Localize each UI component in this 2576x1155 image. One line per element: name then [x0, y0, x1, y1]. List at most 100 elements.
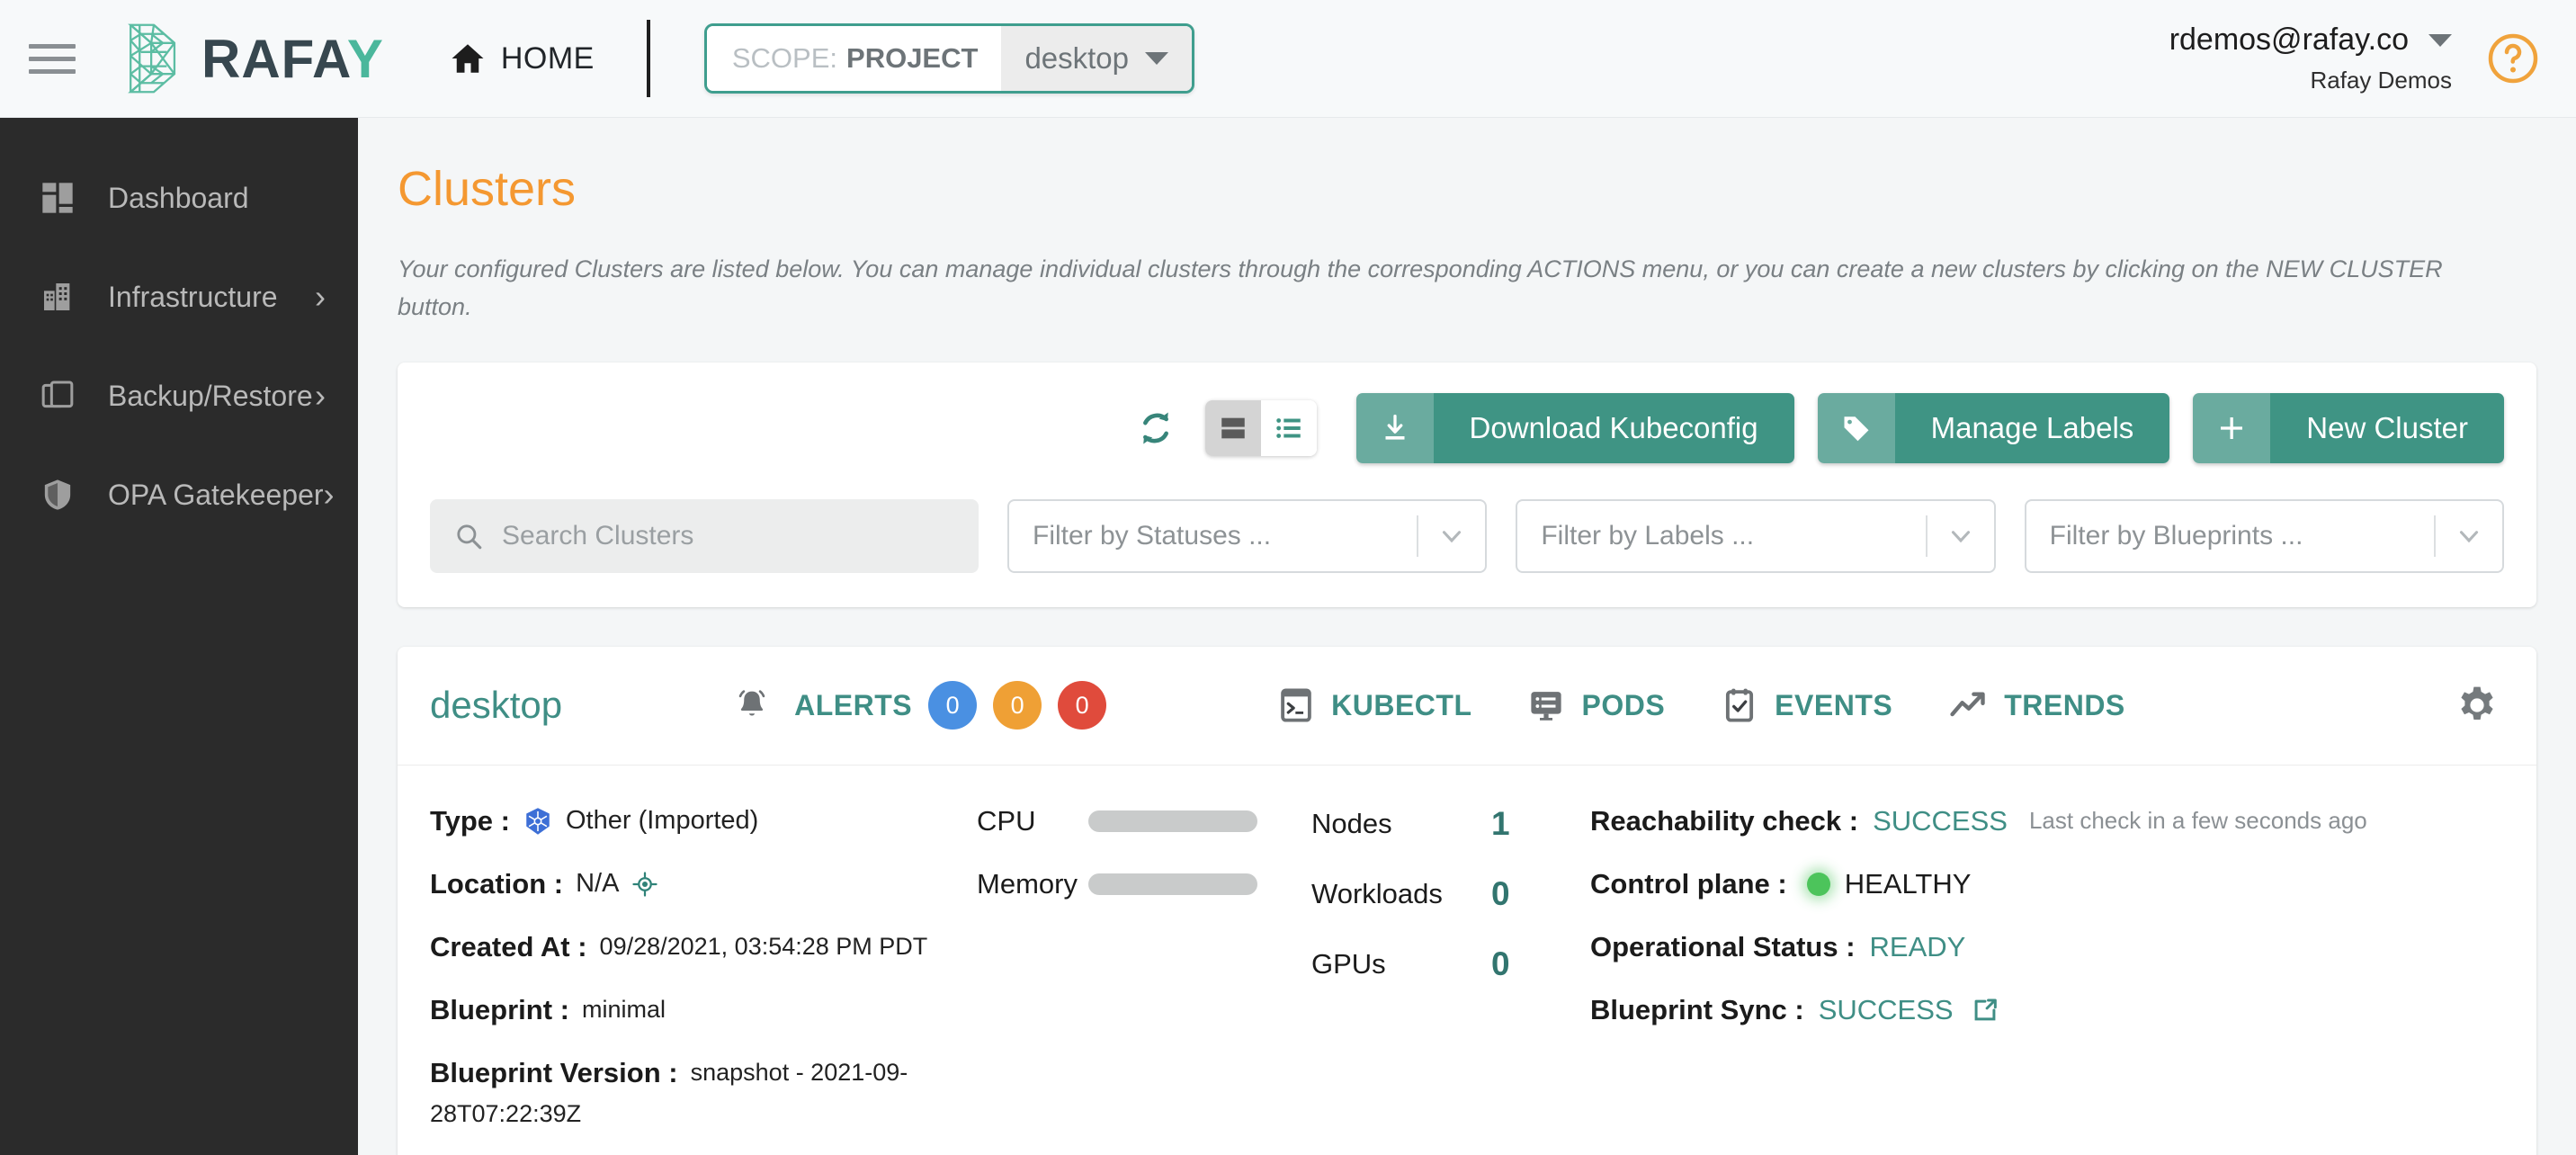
alert-badge-critical[interactable]: 0	[1058, 681, 1107, 730]
rafay-logo[interactable]: RAFAY	[115, 20, 384, 97]
scope-value-section[interactable]: desktop	[1001, 26, 1193, 91]
trending-up-icon	[1950, 692, 1985, 717]
filter-by-statuses-select[interactable]: Filter by Statuses ...	[1007, 498, 1488, 573]
download-kubeconfig-label: Download Kubeconfig	[1433, 392, 1794, 463]
detail-created-at-key: Created At :	[430, 930, 587, 962]
status-blueprint-sync-value: SUCCESS	[1818, 993, 1954, 1025]
usage-cpu-bar	[1087, 810, 1257, 832]
detail-blueprint: Blueprint : minimal	[430, 994, 970, 1026]
usage-memory-bar	[1087, 873, 1257, 895]
refresh-button[interactable]	[1130, 402, 1182, 454]
search-placeholder: Search Clusters	[502, 520, 694, 551]
list-view-button[interactable]	[1260, 399, 1317, 456]
user-menu[interactable]: rdemos@rafay.co Rafay Demos	[2169, 22, 2452, 94]
chevron-right-icon: ›	[315, 377, 326, 414]
header-divider	[646, 20, 650, 97]
sidebar-nav: Dashboard Infrastructure › Backup/Restor…	[0, 118, 358, 1155]
main-content: Clusters Your configured Clusters are li…	[358, 118, 2576, 1155]
hamburger-bar	[29, 56, 76, 61]
count-nodes: Nodes 1	[1311, 805, 1527, 843]
sidebar-item-infrastructure[interactable]: Infrastructure ›	[0, 247, 358, 346]
cluster-alerts[interactable]: ALERTS 0 0 0	[733, 681, 1107, 730]
chevron-down-icon[interactable]	[1418, 521, 1485, 551]
count-workloads-value: 0	[1491, 874, 1510, 912]
tag-icon	[1817, 392, 1895, 463]
filter-by-blueprints-select[interactable]: Filter by Blueprints ...	[2024, 498, 2504, 573]
sidebar-item-backup-restore[interactable]: Backup/Restore ›	[0, 346, 358, 445]
detail-created-at: Created At : 09/28/2021, 03:54:28 PM PDT	[430, 931, 970, 963]
filter-by-labels-select[interactable]: Filter by Labels ...	[1516, 498, 1996, 573]
usage-cpu: CPU	[977, 805, 1257, 837]
detail-blueprint-key: Blueprint :	[430, 993, 569, 1025]
cluster-name-link[interactable]: desktop	[430, 684, 562, 727]
count-workloads-label: Workloads	[1311, 877, 1443, 909]
chevron-down-icon	[1145, 52, 1169, 65]
chevron-down-icon[interactable]	[1928, 521, 1994, 551]
detail-blueprint-version-value: snapshot - 2021-09-	[690, 1059, 908, 1087]
detail-type-key: Type :	[430, 804, 510, 837]
top-bar: RAFAY HOME SCOPE: PROJECT desktop rdemos…	[0, 0, 2576, 118]
new-cluster-button[interactable]: New Cluster	[2193, 392, 2504, 463]
cluster-settings-button[interactable]	[2450, 678, 2504, 732]
kubectl-link[interactable]: KUBECTL	[1277, 686, 1471, 724]
rafay-logo-icon	[128, 23, 176, 94]
status-operational: Operational Status : READY	[1590, 931, 2504, 963]
scope-type-label: PROJECT	[846, 42, 979, 74]
new-cluster-label: New Cluster	[2270, 392, 2504, 463]
list-view-icon	[1275, 417, 1301, 438]
filter-labels-placeholder: Filter by Labels ...	[1541, 520, 1755, 551]
home-nav-link[interactable]: HOME	[449, 40, 595, 77]
chevron-down-icon[interactable]	[2436, 521, 2502, 551]
usage-cpu-label: CPU	[977, 804, 1036, 837]
hamburger-menu-icon[interactable]	[29, 40, 79, 76]
external-link-icon[interactable]	[1970, 995, 2000, 1025]
pods-link[interactable]: PODS	[1527, 686, 1665, 724]
manage-labels-button[interactable]: Manage Labels	[1817, 392, 2170, 463]
home-icon	[452, 44, 484, 73]
refresh-icon	[1142, 412, 1168, 444]
filter-blueprints-placeholder: Filter by Blueprints ...	[2049, 520, 2303, 551]
detail-blueprint-version-value-line2: 28T07:22:39Z	[430, 1099, 582, 1127]
search-input[interactable]: Search Clusters	[430, 498, 979, 573]
usage-memory-label: Memory	[977, 867, 1078, 900]
gear-icon	[2461, 686, 2493, 721]
chevron-down-icon[interactable]	[2428, 33, 2452, 47]
status-reachability-key: Reachability check :	[1590, 804, 1859, 837]
calendar-check-icon	[1726, 688, 1754, 722]
status-blueprint-sync-key: Blueprint Sync :	[1590, 993, 1804, 1025]
detail-location-key: Location :	[430, 867, 564, 900]
cluster-card-body: Type : Other (Imported) Location : N/A C…	[398, 766, 2536, 1155]
detail-location: Location : N/A	[430, 868, 970, 900]
shield-icon	[38, 475, 77, 515]
status-reachability-value: SUCCESS	[1873, 804, 2008, 837]
status-dot-healthy	[1806, 872, 1830, 896]
cluster-counts-column: Nodes 1 Workloads 0 GPUs 0	[1257, 805, 1527, 1155]
scope-value-label: desktop	[1024, 41, 1130, 75]
detail-location-value: N/A	[576, 869, 620, 899]
detail-type-value: Other (Imported)	[566, 806, 759, 836]
status-reachability-note: Last check in a few seconds ago	[2028, 807, 2367, 835]
user-email: rdemos@rafay.co	[2169, 22, 2409, 57]
card-view-button[interactable]	[1204, 399, 1261, 456]
view-mode-toggle	[1204, 399, 1317, 456]
detail-blueprint-value: minimal	[582, 996, 666, 1024]
events-link[interactable]: EVENTS	[1721, 686, 1892, 724]
building-icon	[38, 277, 77, 317]
help-circle-icon[interactable]	[2486, 31, 2540, 85]
toolbar-row: Download Kubeconfig Manage Labels New Cl…	[430, 392, 2504, 463]
scope-selector[interactable]: SCOPE: PROJECT desktop	[703, 23, 1195, 94]
download-kubeconfig-button[interactable]: Download Kubeconfig	[1355, 392, 1794, 463]
count-gpus-label: GPUs	[1311, 947, 1386, 980]
target-location-icon[interactable]	[631, 871, 658, 898]
sidebar-item-label: Infrastructure	[108, 280, 278, 313]
alert-badge-info[interactable]: 0	[928, 681, 978, 730]
cluster-details-column: Type : Other (Imported) Location : N/A C…	[430, 805, 970, 1155]
alert-badge-warning[interactable]: 0	[993, 681, 1042, 730]
trends-link[interactable]: TRENDS	[1948, 685, 2125, 725]
status-control-plane-key: Control plane :	[1590, 867, 1787, 900]
chevron-right-icon: ›	[315, 278, 326, 315]
sidebar-item-dashboard[interactable]: Dashboard	[0, 148, 358, 247]
sidebar-item-opa-gatekeeper[interactable]: OPA Gatekeeper ›	[0, 445, 358, 544]
cluster-action-links: KUBECTL PODS EVENTS TRENDS	[1277, 685, 2125, 725]
filter-row: Search Clusters Filter by Statuses ... F…	[430, 498, 2504, 573]
